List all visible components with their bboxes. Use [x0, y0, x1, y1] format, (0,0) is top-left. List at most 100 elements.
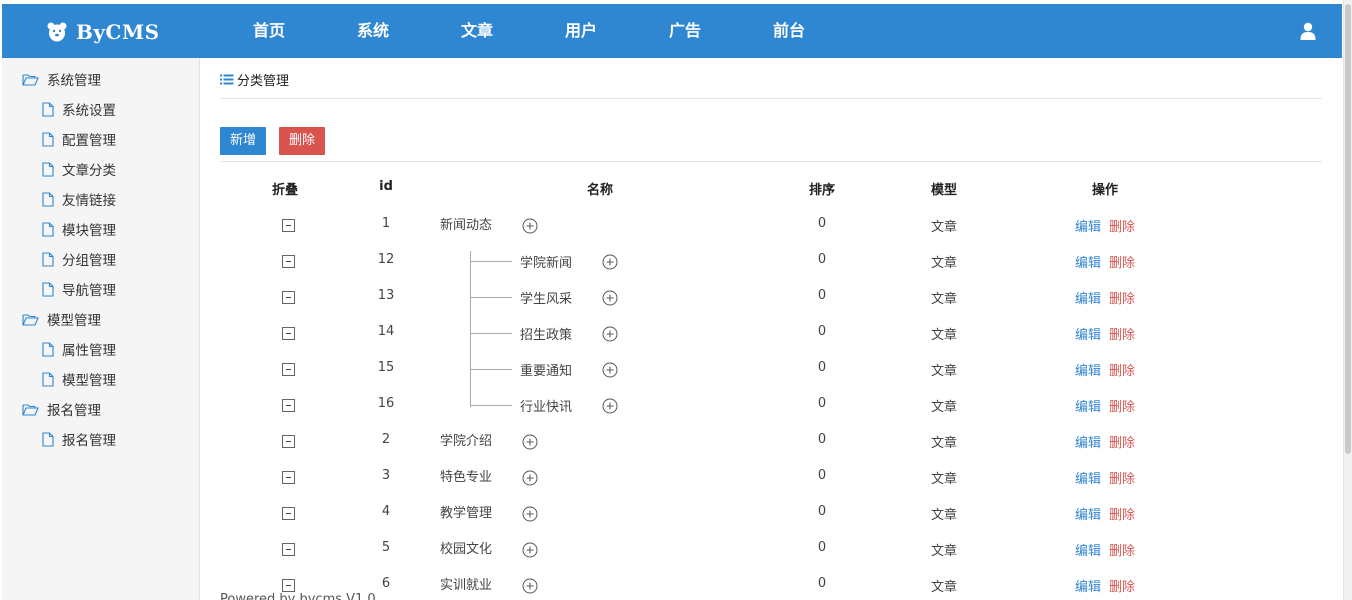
- sidebar-item-config[interactable]: 配置管理: [42, 129, 116, 149]
- tree-connector: [470, 297, 512, 298]
- sidebar-item-friend-links[interactable]: 友情链接: [42, 189, 116, 209]
- minus-square-icon[interactable]: [282, 255, 295, 268]
- minus-square-icon[interactable]: [282, 435, 295, 448]
- sidebar-item-label: 属性管理: [62, 343, 116, 359]
- minus-square-icon[interactable]: [282, 219, 295, 232]
- sidebar-item-models[interactable]: 模型管理: [42, 369, 116, 389]
- sidebar-item-modules[interactable]: 模块管理: [42, 219, 116, 239]
- row-sort: 0: [817, 396, 827, 411]
- sidebar-item-groups[interactable]: 分组管理: [42, 249, 116, 269]
- brand-name: ByCMS: [76, 20, 160, 44]
- delete-link[interactable]: 删除: [1109, 216, 1135, 235]
- nav-system[interactable]: 系统: [357, 4, 389, 58]
- sidebar-item-article-category[interactable]: 文章分类: [42, 159, 116, 179]
- delete-link[interactable]: 删除: [1109, 540, 1135, 559]
- sidebar-item-label: 导航管理: [62, 283, 116, 299]
- plus-circle-icon[interactable]: [522, 434, 538, 450]
- plus-circle-icon[interactable]: [522, 470, 538, 486]
- delete-link[interactable]: 删除: [1109, 576, 1135, 595]
- minus-square-icon[interactable]: [282, 291, 295, 304]
- row-name: 特色专业: [440, 470, 493, 485]
- sidebar-item-signup[interactable]: 报名管理: [42, 429, 116, 449]
- page-scrollbar[interactable]: [1343, 0, 1352, 600]
- edit-link[interactable]: 编辑: [1075, 288, 1101, 307]
- plus-circle-icon[interactable]: [522, 578, 538, 594]
- edit-link[interactable]: 编辑: [1075, 324, 1101, 343]
- add-button[interactable]: 新增: [220, 127, 267, 155]
- minus-square-icon[interactable]: [282, 363, 295, 376]
- row-model: 文章: [930, 472, 958, 487]
- nav-ads[interactable]: 广告: [669, 4, 701, 58]
- delete-button[interactable]: 删除: [279, 127, 326, 155]
- plus-circle-icon[interactable]: [522, 218, 538, 234]
- row-sort: 0: [817, 432, 827, 447]
- delete-link[interactable]: 删除: [1109, 396, 1135, 415]
- row-id: 12: [377, 252, 395, 267]
- edit-link[interactable]: 编辑: [1075, 396, 1101, 415]
- edit-link[interactable]: 编辑: [1075, 432, 1101, 451]
- sidebar-group-system[interactable]: 系统管理: [22, 69, 101, 89]
- row-model: 文章: [930, 544, 958, 559]
- sidebar-item-label: 报名管理: [47, 403, 101, 419]
- nav-user[interactable]: 用户: [565, 4, 597, 58]
- sidebar-item-label: 系统管理: [47, 73, 101, 89]
- delete-link[interactable]: 删除: [1109, 360, 1135, 379]
- plus-circle-icon[interactable]: [602, 398, 618, 414]
- row-sort: 0: [817, 540, 827, 555]
- edit-link[interactable]: 编辑: [1075, 504, 1101, 523]
- user-icon[interactable]: [1300, 22, 1316, 40]
- plus-circle-icon[interactable]: [522, 542, 538, 558]
- row-model: 文章: [930, 436, 958, 451]
- minus-square-icon[interactable]: [282, 471, 295, 484]
- edit-link[interactable]: 编辑: [1075, 576, 1101, 595]
- plus-circle-icon[interactable]: [602, 362, 618, 378]
- sidebar-item-label: 系统设置: [62, 103, 116, 119]
- delete-link[interactable]: 删除: [1109, 468, 1135, 487]
- delete-link[interactable]: 删除: [1109, 504, 1135, 523]
- sidebar-item-navigation[interactable]: 导航管理: [42, 279, 116, 299]
- edit-link[interactable]: 编辑: [1075, 216, 1101, 235]
- col-header-sort: 排序: [808, 183, 836, 198]
- scrollbar-thumb[interactable]: [1345, 4, 1351, 454]
- minus-square-icon[interactable]: [282, 579, 295, 592]
- folder-open-icon: [22, 313, 39, 326]
- row-name: 校园文化: [440, 542, 493, 557]
- edit-link[interactable]: 编辑: [1075, 252, 1101, 271]
- nav-home[interactable]: 首页: [253, 4, 285, 58]
- edit-link[interactable]: 编辑: [1075, 540, 1101, 559]
- plus-circle-icon[interactable]: [602, 290, 618, 306]
- minus-square-icon[interactable]: [282, 543, 295, 556]
- nav-article[interactable]: 文章: [461, 4, 493, 58]
- minus-square-icon[interactable]: [282, 507, 295, 520]
- minus-square-icon[interactable]: [282, 399, 295, 412]
- row-model: 文章: [930, 256, 958, 271]
- bear-icon: [47, 22, 67, 42]
- brand-logo[interactable]: ByCMS: [46, 20, 160, 44]
- minus-square-icon[interactable]: [282, 327, 295, 340]
- col-header-name: 名称: [586, 183, 614, 198]
- plus-circle-icon[interactable]: [522, 506, 538, 522]
- row-sort: 0: [817, 288, 827, 303]
- sidebar-item-label: 友情链接: [62, 193, 116, 209]
- delete-link[interactable]: 删除: [1109, 432, 1135, 451]
- delete-link[interactable]: 删除: [1109, 324, 1135, 343]
- sidebar-group-signup[interactable]: 报名管理: [22, 399, 101, 419]
- sidebar-group-model[interactable]: 模型管理: [22, 309, 101, 329]
- sidebar-item-attributes[interactable]: 属性管理: [42, 339, 116, 359]
- edit-link[interactable]: 编辑: [1075, 360, 1101, 379]
- edit-link[interactable]: 编辑: [1075, 468, 1101, 487]
- plus-circle-icon[interactable]: [602, 326, 618, 342]
- row-id: 16: [377, 396, 395, 411]
- row-id: 2: [381, 432, 391, 447]
- delete-link[interactable]: 删除: [1109, 252, 1135, 271]
- sidebar-item-system-settings[interactable]: 系统设置: [42, 99, 116, 119]
- file-icon: [42, 431, 54, 447]
- file-icon: [42, 101, 54, 117]
- col-header-model: 模型: [930, 183, 958, 198]
- tree-connector: [470, 333, 512, 334]
- plus-circle-icon[interactable]: [602, 254, 618, 270]
- row-name: 学生风采: [520, 292, 573, 307]
- delete-link[interactable]: 删除: [1109, 288, 1135, 307]
- nav-frontend[interactable]: 前台: [773, 4, 805, 58]
- row-sort: 0: [817, 468, 827, 483]
